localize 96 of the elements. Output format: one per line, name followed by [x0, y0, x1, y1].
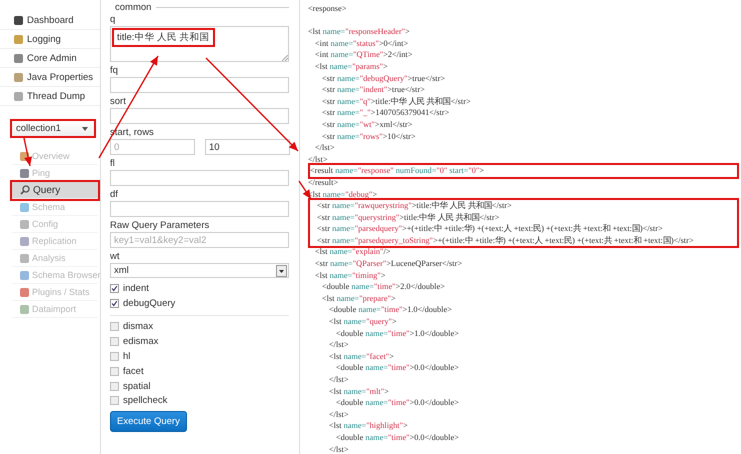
xml-line: <str name="QParser">LuceneQParser</str>: [314, 258, 463, 270]
core-menu-item[interactable]: Query: [12, 182, 98, 199]
checkbox[interactable]: [110, 322, 119, 332]
tile-icon: [14, 92, 23, 100]
input-field[interactable]: [110, 77, 289, 93]
nav-item[interactable]: Thread Dump: [0, 87, 100, 106]
search-icon: [20, 185, 30, 195]
checkbox[interactable]: [110, 396, 119, 406]
query-field[interactable]: title:中华 人民 共和国: [110, 26, 289, 62]
xml-line: <str name="parsedquery">+(+title:中 +title:华) +(+text:人 +text:民) +(+text:共 +text:和 +text:国)</str>: [316, 223, 664, 235]
execute-query-button[interactable]: Execute Query: [110, 411, 187, 432]
tile-icon: [14, 16, 23, 24]
tile-icon: [20, 168, 29, 178]
checkbox[interactable]: [110, 337, 119, 346]
xml-line: <lst name="query">: [328, 316, 398, 328]
tile-icon: [20, 236, 29, 246]
xml-line: <result name="response" numFound="0" start="0">: [310, 165, 485, 177]
tile-icon: [20, 254, 29, 262]
nav-item[interactable]: Java Properties: [0, 68, 100, 87]
field-label: fq: [110, 65, 119, 77]
xml-line: </lst>: [328, 444, 350, 454]
xml-line: <double name="time">0.0</double>: [335, 362, 460, 374]
checkbox-label: facet: [123, 366, 144, 377]
tile-icon: [14, 54, 23, 62]
checkbox[interactable]: [110, 382, 119, 391]
checkbox-label: spatial: [123, 380, 150, 392]
checkbox[interactable]: [110, 298, 119, 308]
tile-icon: [20, 202, 29, 212]
field-label: sort: [110, 96, 127, 108]
xml-line: <lst name="params">: [314, 60, 389, 73]
nav-item[interactable]: Core Admin: [0, 49, 100, 68]
xml-line: <str name="wt">xml</str>: [321, 118, 414, 131]
xml-line: <double name="time">1.0</double>: [335, 328, 460, 340]
resize-grip-icon: [282, 55, 288, 61]
xml-line: <str name="_">1407056379041</str>: [321, 107, 450, 119]
xml-line: <lst name="timing">: [314, 270, 386, 282]
tile-icon: [20, 220, 29, 228]
xml-line: <lst name="responseHeader">: [308, 26, 411, 38]
checkbox-label: debugQuery: [123, 298, 176, 309]
xml-line: </lst>: [328, 339, 350, 351]
caret-icon: [82, 126, 88, 130]
tile-icon: [14, 34, 23, 44]
input-field[interactable]: 10: [205, 139, 290, 155]
tile-icon: [20, 270, 29, 280]
xml-line: <lst name="facet">: [328, 350, 395, 362]
xml-line: <double name="time">0.0</double>: [335, 432, 460, 444]
nav-item[interactable]: Logging: [0, 30, 100, 49]
xml-line: <str name="q">title:中华 人民 共和国</str>: [321, 96, 472, 108]
xml-line: </lst>: [314, 142, 336, 154]
xml-line: <str name="indent">true</str>: [321, 84, 426, 96]
checkbox[interactable]: [110, 284, 119, 293]
xml-line: </result>: [308, 176, 340, 188]
tile-icon: [14, 72, 23, 82]
xml-line: </lst>: [328, 408, 350, 420]
checkbox-label: indent: [123, 282, 149, 294]
query-value: title:中华 人民 共和国: [112, 28, 215, 47]
xml-line: <response>: [308, 3, 348, 15]
xml-line: <str name="parsedquery_toString">+(+title:中 +title:华) +(+text:人 +text:民) +(+text:共 +text:和 +text:国)</str>: [316, 234, 695, 246]
input-field[interactable]: 0: [110, 139, 195, 155]
xml-line: <str name="rawquerystring">title:中华 人民 共和国</str>: [316, 200, 513, 212]
field-label: wt: [110, 251, 120, 263]
format-select[interactable]: xml: [110, 263, 289, 278]
field-label: fl: [110, 158, 116, 170]
input-field[interactable]: key1=val1&key2=val2: [110, 232, 289, 248]
annotation-arrow: [23, 138, 32, 166]
xml-line: <lst name="explain"/>: [314, 246, 392, 258]
field-label: q: [110, 14, 116, 26]
section-legend: common: [115, 2, 152, 12]
tile-icon: [20, 288, 29, 296]
xml-line: <str name="querystring">title:中华 人民 共和国</str>: [316, 212, 500, 224]
core-selector[interactable]: collection1: [10, 119, 96, 138]
xml-line: <str name="debugQuery">true</str>: [321, 72, 446, 84]
input-field[interactable]: [110, 201, 289, 217]
checkbox[interactable]: [110, 352, 119, 362]
checkbox-label: spellcheck: [123, 395, 168, 406]
tile-icon: [20, 304, 29, 314]
xml-line: <double name="time">1.0</double>: [328, 304, 453, 316]
xml-line: </lst>: [308, 154, 329, 166]
input-field[interactable]: [110, 170, 289, 186]
xml-line: <int name="status">0</int>: [314, 38, 410, 50]
xml-line: <str name="rows">10</str>: [321, 130, 417, 142]
field-label: df: [110, 189, 119, 201]
checkbox-label: edismax: [123, 336, 158, 348]
field-label: Raw Query Parameters: [110, 220, 210, 232]
xml-line: <double name="time">0.0</double>: [335, 397, 460, 409]
xml-line: <lst name="mlt">: [328, 386, 390, 398]
xml-line: <lst name="prepare">: [321, 292, 397, 304]
xml-line: </lst>: [328, 374, 350, 386]
xml-line: <double name="time">2.0</double>: [321, 281, 446, 293]
xml-line: <lst name="highlight">: [328, 420, 409, 432]
nav-item[interactable]: Dashboard: [0, 11, 100, 30]
input-field[interactable]: [110, 108, 289, 124]
checkbox-label: hl: [123, 351, 130, 362]
xml-line: <int name="QTime">2</int>: [314, 49, 414, 61]
checkbox[interactable]: [110, 366, 119, 376]
checkbox-label: dismax: [123, 321, 154, 332]
